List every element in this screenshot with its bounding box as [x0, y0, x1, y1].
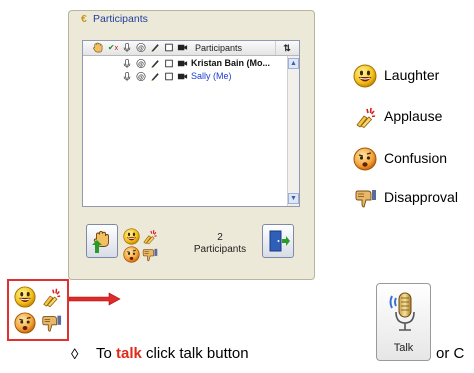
legend-item-disapproval: Disapproval: [353, 186, 458, 212]
mute-column-icon[interactable]: ✔x: [107, 41, 119, 55]
camera-column-icon[interactable]: [176, 41, 188, 55]
pen-icon[interactable]: [149, 57, 161, 70]
applause-icon: [40, 286, 62, 308]
confusion-icon: [353, 147, 377, 171]
instruction-text: To talk click talk button: [96, 345, 249, 362]
instruction-tail: or C: [436, 345, 465, 362]
participants-title-icon: €: [81, 13, 87, 25]
talk-button-label: Talk: [393, 342, 414, 354]
participants-panel: € Participants ✔x Participants ⇅ Kristan …: [68, 10, 315, 280]
laughter-small-icon[interactable]: [123, 228, 140, 245]
mic-icon[interactable]: [121, 57, 133, 70]
share-icon[interactable]: [135, 70, 147, 83]
emoticon-hand-icon: [92, 231, 109, 253]
checkbox-icon[interactable]: [163, 57, 175, 70]
instruction-middle: click talk button: [141, 345, 249, 362]
talk-microphone-icon: [389, 292, 415, 331]
checkbox-column-icon[interactable]: [163, 41, 175, 55]
laughter-icon: [14, 286, 36, 308]
participant-list[interactable]: ✔x Participants ⇅ Kristan Bain (Mo... Sa…: [82, 40, 300, 207]
pen-icon[interactable]: [149, 70, 161, 83]
instruction-keyword: talk: [116, 345, 142, 362]
checkbox-icon[interactable]: [163, 70, 175, 83]
legend-label: Laughter: [384, 67, 440, 83]
header-divider: [275, 41, 276, 55]
emoticon-toggle-button[interactable]: [86, 224, 118, 258]
confusion-small-icon[interactable]: [123, 246, 140, 263]
camera-icon[interactable]: [176, 70, 188, 83]
legend-item-applause: Applause: [353, 105, 442, 131]
applause-icon: [353, 105, 377, 129]
legend-label: Disapproval: [384, 189, 458, 205]
participant-row[interactable]: Sally (Me): [83, 70, 287, 83]
exit-door-icon: [269, 230, 290, 252]
exit-button[interactable]: [262, 224, 294, 258]
legend-item-laughter: Laughter: [353, 64, 439, 90]
raise-hand-column-icon[interactable]: [91, 41, 103, 55]
talk-button[interactable]: Talk: [376, 283, 431, 361]
participant-list-header: ✔x Participants ⇅: [83, 41, 299, 56]
mic-column-icon[interactable]: [121, 41, 133, 55]
callout-arrow-icon: [69, 292, 121, 306]
participant-count: 2 Participants: [190, 232, 250, 256]
scroll-up-button[interactable]: ▲: [288, 58, 299, 69]
panel-title-text: Participants: [93, 13, 148, 25]
share-icon[interactable]: [135, 57, 147, 70]
legend-label: Confusion: [384, 150, 448, 166]
disapproval-small-icon[interactable]: [141, 246, 158, 263]
instruction-prefix: To: [96, 345, 117, 362]
mic-icon[interactable]: [121, 70, 133, 83]
share-column-icon[interactable]: [135, 41, 147, 55]
disapproval-icon: [353, 186, 377, 210]
participant-name[interactable]: Kristan Bain (Mo...: [191, 57, 270, 70]
laughter-icon: [353, 64, 377, 88]
participant-count-value: 2: [217, 232, 223, 243]
list-scrollbar[interactable]: ▲ ▼: [287, 56, 299, 206]
pen-column-icon[interactable]: [149, 41, 161, 55]
confusion-icon: [14, 312, 36, 334]
sort-column-icon[interactable]: ⇅: [277, 41, 297, 55]
legend-item-confusion: Confusion: [353, 147, 447, 173]
applause-small-icon[interactable]: [141, 228, 158, 245]
scroll-down-button[interactable]: ▼: [288, 193, 299, 204]
participant-count-label: Participants: [193, 244, 247, 255]
panel-footer: 2 Participants: [82, 212, 300, 270]
participants-column-header[interactable]: Participants: [195, 41, 265, 55]
participant-row[interactable]: Kristan Bain (Mo...: [83, 57, 287, 70]
instruction-bullet: ◊: [71, 346, 79, 363]
panel-title: € Participants: [79, 13, 150, 25]
disapproval-icon: [40, 312, 62, 334]
emoticon-callout-box: [7, 279, 69, 341]
participant-name[interactable]: Sally (Me): [191, 70, 232, 83]
camera-icon[interactable]: [176, 57, 188, 70]
legend-label: Applause: [384, 108, 443, 124]
